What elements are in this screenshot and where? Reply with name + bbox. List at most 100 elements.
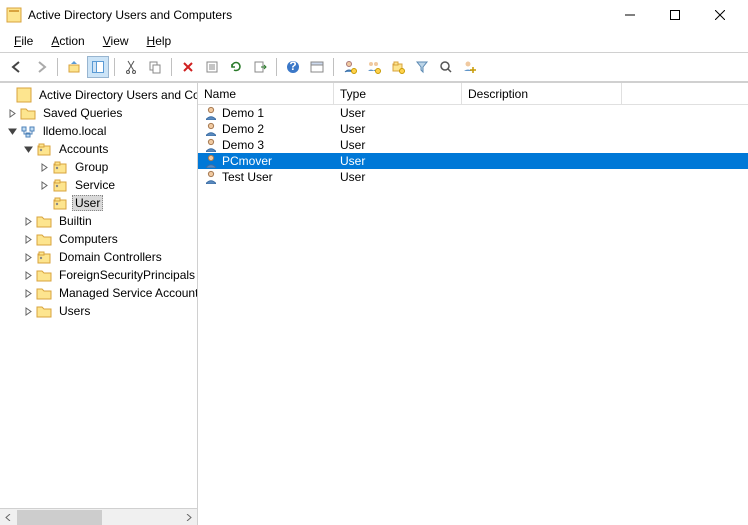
expand-icon[interactable] — [22, 305, 34, 317]
user-icon — [204, 154, 218, 168]
details-button[interactable] — [306, 56, 328, 78]
scroll-right-button[interactable] — [180, 510, 197, 525]
close-button[interactable] — [697, 0, 742, 30]
copy-button[interactable] — [144, 56, 166, 78]
console-icon — [16, 87, 32, 103]
filter-button[interactable] — [411, 56, 433, 78]
tree-saved-queries[interactable]: Saved Queries — [0, 104, 197, 122]
menubar: FFileile ActionAction ViewView HelpHelp — [0, 30, 748, 52]
tree-label: ForeignSecurityPrincipals — [56, 267, 197, 283]
tree-users[interactable]: Users — [0, 302, 197, 320]
tree-label: Group — [72, 159, 111, 175]
expand-icon[interactable] — [22, 215, 34, 227]
list-row[interactable]: Test UserUser — [198, 169, 748, 185]
find-button[interactable] — [435, 56, 457, 78]
minimize-button[interactable] — [607, 0, 652, 30]
refresh-button[interactable] — [225, 56, 247, 78]
content-area: Active Directory Users and Com Saved Que… — [0, 82, 748, 525]
list-row[interactable]: Demo 3User — [198, 137, 748, 153]
menu-view[interactable]: ViewView — [95, 32, 137, 50]
cut-button[interactable] — [120, 56, 142, 78]
tree[interactable]: Active Directory Users and Com Saved Que… — [0, 83, 197, 508]
menu-action[interactable]: ActionAction — [43, 32, 92, 50]
menu-file[interactable]: FFileile — [6, 32, 41, 50]
ou-icon — [36, 249, 52, 265]
maximize-button[interactable] — [652, 0, 697, 30]
cell-name: Demo 3 — [198, 138, 334, 152]
list-row[interactable]: PCmoverUser — [198, 153, 748, 169]
column-header-name[interactable]: Name — [198, 83, 334, 104]
list-panel: Name Type Description Demo 1UserDemo 2Us… — [198, 82, 748, 525]
back-button[interactable] — [6, 56, 28, 78]
cell-name: PCmover — [198, 154, 334, 168]
scroll-thumb[interactable] — [17, 510, 102, 525]
collapse-icon[interactable] — [22, 143, 34, 155]
up-button[interactable] — [63, 56, 85, 78]
list-row[interactable]: Demo 1 User — [198, 105, 748, 121]
user-icon — [204, 106, 218, 120]
column-header-type[interactable]: Type — [334, 83, 462, 104]
toolbar-separator — [171, 58, 172, 76]
tree-label: Domain Controllers — [56, 249, 165, 265]
expand-icon[interactable] — [22, 269, 34, 281]
cell-type: User — [334, 138, 462, 152]
delete-button[interactable] — [177, 56, 199, 78]
properties-button[interactable] — [201, 56, 223, 78]
list-body[interactable]: Demo 1UserDemo 2UserDemo 3UserPCmoverUse… — [198, 105, 748, 525]
help-button[interactable]: ? — [282, 56, 304, 78]
forward-button[interactable] — [30, 56, 52, 78]
scroll-left-button[interactable] — [0, 510, 17, 525]
titlebar: Active Directory Users and Computers — [0, 0, 748, 30]
new-ou-button[interactable] — [387, 56, 409, 78]
tree-service[interactable]: Service — [0, 176, 197, 194]
show-hide-tree-button[interactable] — [87, 56, 109, 78]
cell-name-text: Demo 2 — [222, 122, 264, 136]
expand-icon[interactable] — [22, 233, 34, 245]
tree-domain-controllers[interactable]: Domain Controllers — [0, 248, 197, 266]
tree-accounts[interactable]: Accounts — [0, 140, 197, 158]
toolbar-separator — [276, 58, 277, 76]
tree-computers[interactable]: Computers — [0, 230, 197, 248]
cell-type: User — [334, 170, 462, 184]
new-group-button[interactable] — [363, 56, 385, 78]
expand-icon[interactable] — [38, 161, 50, 173]
cell-name-text: Demo 1 — [222, 106, 264, 120]
toolbar-separator — [57, 58, 58, 76]
expand-icon[interactable] — [22, 287, 34, 299]
tree-label: Accounts — [56, 141, 111, 157]
list-row[interactable]: Demo 2User — [198, 121, 748, 137]
expand-icon[interactable] — [22, 251, 34, 263]
cell-type: User — [334, 106, 462, 120]
tree-label: Active Directory Users and Com — [36, 87, 197, 103]
add-to-group-button[interactable] — [459, 56, 481, 78]
cell-name: Demo 2 — [198, 122, 334, 136]
tree-foreign-security-principals[interactable]: ForeignSecurityPrincipals — [0, 266, 197, 284]
ou-icon — [36, 141, 52, 157]
expand-icon[interactable] — [38, 179, 50, 191]
collapse-icon[interactable] — [6, 125, 18, 137]
tree-root[interactable]: Active Directory Users and Com — [0, 86, 197, 104]
horizontal-scrollbar[interactable] — [0, 508, 197, 525]
window-title: Active Directory Users and Computers — [28, 8, 607, 22]
tree-label: Users — [56, 303, 93, 319]
expand-icon[interactable] — [6, 107, 18, 119]
column-header-description[interactable]: Description — [462, 83, 622, 104]
user-icon — [204, 170, 218, 184]
new-user-button[interactable] — [339, 56, 361, 78]
tree-panel: Active Directory Users and Com Saved Que… — [0, 82, 198, 525]
tree-domain[interactable]: lldemo.local — [0, 122, 197, 140]
folder-icon — [36, 285, 52, 301]
user-icon — [204, 122, 218, 136]
tree-label: lldemo.local — [40, 123, 109, 139]
folder-icon — [36, 303, 52, 319]
tree-managed-service-accounts[interactable]: Managed Service Accounts — [0, 284, 197, 302]
list-header: Name Type Description — [198, 83, 748, 105]
tree-group[interactable]: Group — [0, 158, 197, 176]
tree-user[interactable]: User — [0, 194, 197, 212]
menu-help[interactable]: HelpHelp — [139, 32, 180, 50]
tree-builtin[interactable]: Builtin — [0, 212, 197, 230]
scroll-track[interactable] — [17, 510, 180, 525]
export-button[interactable] — [249, 56, 271, 78]
folder-icon — [36, 231, 52, 247]
cell-name-text: PCmover — [222, 154, 272, 168]
